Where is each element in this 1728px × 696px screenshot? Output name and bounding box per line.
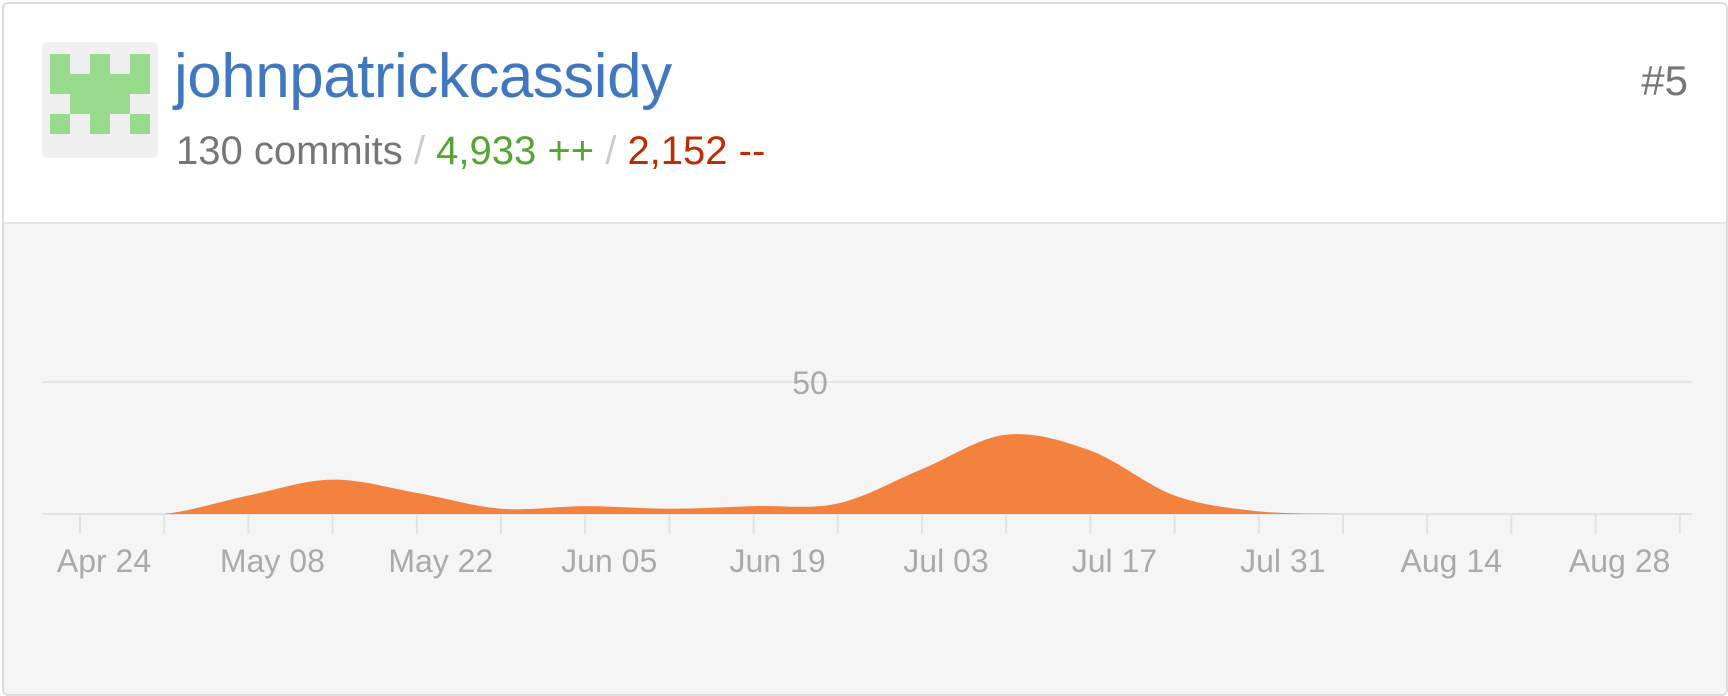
x-tick-label: Jun 05 [561, 543, 657, 579]
avatar[interactable] [42, 42, 158, 158]
x-ticks [79, 514, 1681, 534]
commit-area-series [80, 434, 1680, 514]
card-header: johnpatrickcassidy 130 commits / 4,933 +… [4, 4, 1726, 224]
x-tick-label: Jun 19 [730, 543, 826, 579]
contributor-card: johnpatrickcassidy 130 commits / 4,933 +… [2, 2, 1728, 696]
additions-count: 4,933 ++ [436, 129, 595, 173]
stats-separator: / [605, 129, 617, 173]
chart-svg: 50 Apr 24 May 08 May 22 Jun 05 Jun 19 Jul 03 J… [42, 365, 1692, 579]
y-tick-label: 50 [792, 365, 828, 401]
x-tick-labels: Apr 24 May 08 May 22 Jun 05 Jun 19 Jul 03 Jul … [57, 543, 1670, 579]
x-tick-label: Apr 24 [57, 543, 151, 579]
identicon-avatar-image [42, 42, 158, 158]
x-tick-label: May 22 [388, 543, 493, 579]
x-tick-label: Aug 14 [1400, 543, 1501, 579]
deletions-count: 2,152 -- [627, 129, 766, 173]
contributor-stats: 130 commits / 4,933 ++ / 2,152 -- [176, 126, 765, 176]
x-tick-label: Jul 31 [1240, 543, 1325, 579]
stats-separator: / [413, 129, 425, 173]
contributor-rank: #5 [1641, 57, 1688, 104]
x-tick-label: May 08 [220, 543, 325, 579]
contributor-username-link[interactable]: johnpatrickcassidy [174, 42, 672, 112]
x-tick-label: Jul 17 [1072, 543, 1157, 579]
y-tick-labels: 50 [792, 365, 828, 401]
x-tick-label: Jul 03 [903, 543, 988, 579]
x-tick-label: Aug 28 [1569, 543, 1670, 579]
commit-activity-chart: 50 Apr 24 May 08 May 22 Jun 05 Jun 19 Jul 03 J… [4, 224, 1726, 694]
commit-count[interactable]: 130 commits [176, 129, 403, 173]
